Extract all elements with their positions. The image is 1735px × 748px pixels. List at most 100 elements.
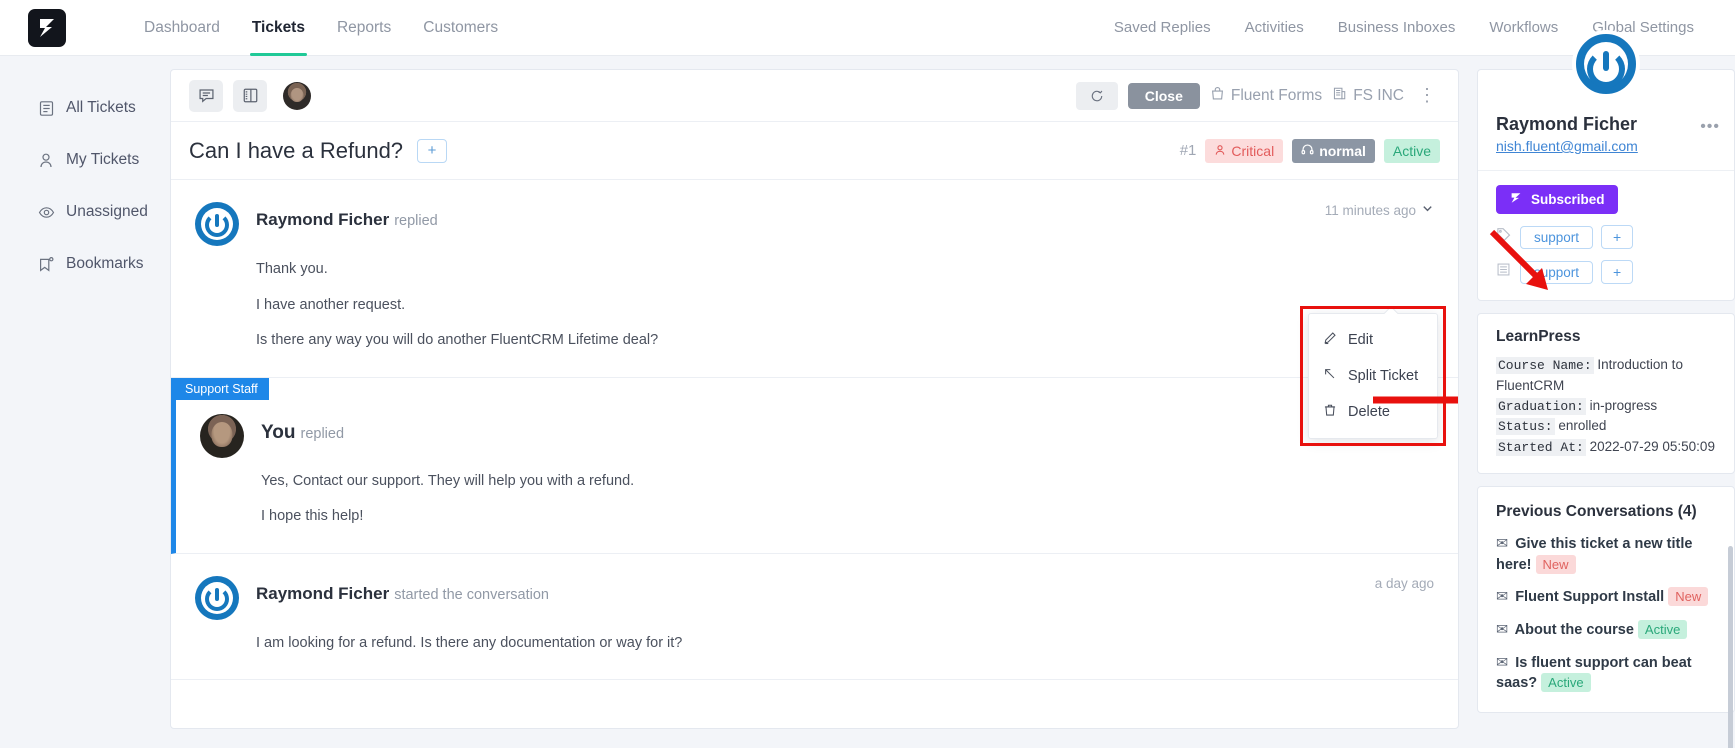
conversation-header: You replied 12 minutes ago [200, 414, 1434, 458]
nav-workflows[interactable]: Workflows [1472, 0, 1575, 56]
tag-row: support + [1496, 260, 1716, 284]
conversation-verb: started the conversation [394, 587, 549, 603]
sidebar-item-my-tickets[interactable]: My Tickets [0, 134, 170, 186]
conversation-author: Raymond Ficher [256, 584, 389, 604]
sidebar-item-all-tickets[interactable]: All Tickets [0, 82, 170, 134]
company-label: FS INC [1353, 87, 1404, 105]
conversation-item: Raymond Ficher replied 11 minutes ago Th… [171, 180, 1458, 378]
conversation-item: Support Staff You replied 12 minutes ago [171, 378, 1458, 554]
customer-avatar-large [1572, 30, 1640, 98]
previous-conversation-title: About the course [1515, 622, 1634, 638]
learnpress-value: 2022-07-29 05:50:09 [1590, 439, 1715, 454]
customer-avatar [195, 576, 239, 620]
bookmark-icon [38, 256, 55, 273]
sidebar-item-unassigned-label: Unassigned [66, 203, 148, 221]
headset-icon [1301, 143, 1314, 159]
more-vertical-icon[interactable]: ⋮ [1414, 90, 1440, 101]
learnpress-title: LearnPress [1496, 328, 1716, 346]
status-badge: Active [1541, 673, 1590, 692]
page-scrollbar[interactable] [1728, 546, 1733, 748]
list-item[interactable]: ✉ Is fluent support can beat saas? Activ… [1496, 653, 1716, 694]
menu-item-edit-label: Edit [1348, 332, 1373, 348]
add-tag-button[interactable]: + [1601, 225, 1633, 249]
customer-meta: Subscribed support + [1478, 171, 1734, 300]
list-item[interactable]: ✉ Fluent Support Install New [1496, 587, 1716, 608]
fluent-support-logo-icon [37, 17, 57, 39]
nav-reports[interactable]: Reports [321, 0, 407, 56]
conversation-line: I hope this help! [261, 507, 1434, 527]
tag-row: support + [1496, 225, 1716, 249]
sidebar-item-unassigned[interactable]: Unassigned [0, 186, 170, 238]
status-badge-priority[interactable]: Critical [1205, 139, 1283, 163]
sidebar-item-my-tickets-label: My Tickets [66, 151, 139, 169]
nav-business-inboxes-label: Business Inboxes [1338, 19, 1456, 36]
nav-business-inboxes[interactable]: Business Inboxes [1321, 0, 1473, 56]
add-title-tag-button[interactable]: + [417, 139, 447, 163]
subscribed-label: Subscribed [1531, 192, 1605, 207]
ticket-badges: #1 Critical [1180, 139, 1440, 163]
sidebar-item-all-tickets-label: All Tickets [66, 99, 136, 117]
conversation-body: Thank you. I have another request. Is th… [195, 260, 1434, 351]
previous-conversations-title: Previous Conversations (4) [1496, 503, 1716, 521]
learnpress-value: in-progress [1590, 398, 1658, 413]
list-pill-support[interactable]: support [1520, 261, 1593, 284]
customer-email[interactable]: nish.fluent@gmail.com [1496, 138, 1716, 154]
close-ticket-button[interactable]: Close [1128, 83, 1200, 109]
page-title: Can I have a Refund? [189, 138, 403, 164]
envelope-icon: ✉ [1496, 622, 1508, 638]
learnpress-key: Course Name: [1496, 357, 1594, 374]
nav-dashboard[interactable]: Dashboard [128, 0, 236, 56]
menu-item-delete[interactable]: Delete [1309, 394, 1437, 430]
ticket-number: #1 [1180, 142, 1197, 159]
nav-saved-replies-label: Saved Replies [1114, 19, 1211, 36]
building-icon [1332, 86, 1347, 106]
product-chip[interactable]: Fluent Forms [1210, 86, 1322, 106]
learnpress-key: Graduation: [1496, 398, 1586, 415]
app-logo[interactable] [28, 9, 66, 47]
notebook-icon[interactable] [233, 80, 267, 112]
eye-icon [38, 204, 55, 221]
envelope-icon: ✉ [1496, 655, 1508, 671]
conversation-timestamp-label: a day ago [1375, 576, 1434, 591]
menu-item-edit[interactable]: Edit [1309, 322, 1437, 358]
subscribed-badge[interactable]: Subscribed [1496, 185, 1618, 214]
previous-conversations-panel: Previous Conversations (4) ✉ Give this t… [1477, 486, 1735, 712]
conversation-actions-menu: Edit Split Ticket [1308, 313, 1438, 439]
agent-avatar[interactable] [283, 82, 311, 110]
tag-pill-support[interactable]: support [1520, 226, 1593, 249]
status-badge-channel[interactable]: normal [1292, 139, 1375, 163]
conversation-timestamp: a day ago [1375, 576, 1434, 591]
refresh-icon[interactable] [1076, 82, 1118, 110]
nav-tickets-label: Tickets [252, 19, 305, 37]
nav-tickets[interactable]: Tickets [236, 0, 321, 56]
nav-customers[interactable]: Customers [407, 0, 514, 56]
conversation-verb: replied [394, 213, 438, 229]
priority-label: Critical [1231, 143, 1274, 159]
person-icon [1214, 143, 1226, 159]
list-item[interactable]: ✉ About the course Active [1496, 620, 1716, 641]
status-badge-state[interactable]: Active [1384, 139, 1440, 163]
nav-activities-label: Activities [1245, 19, 1304, 36]
chat-bubble-icon[interactable] [189, 80, 223, 112]
primary-nav: Dashboard Tickets Reports Customers [128, 0, 514, 56]
conversation-verb: replied [300, 426, 344, 442]
conversation-body: Yes, Contact our support. They will help… [200, 472, 1434, 527]
conversation-list[interactable]: Raymond Ficher replied 11 minutes ago Th… [171, 180, 1458, 728]
more-horizontal-icon[interactable]: ••• [1700, 118, 1720, 136]
nav-activities[interactable]: Activities [1228, 0, 1321, 56]
conversation-timestamp-toggle[interactable]: 11 minutes ago [1325, 202, 1434, 218]
company-chip[interactable]: FS INC [1332, 86, 1404, 106]
add-list-button[interactable]: + [1601, 260, 1633, 284]
sidebar-item-bookmarks[interactable]: Bookmarks [0, 238, 170, 290]
pencil-icon [1323, 331, 1337, 349]
channel-label: normal [1319, 143, 1366, 159]
learnpress-value: enrolled [1558, 418, 1606, 433]
list-document-icon [38, 100, 55, 117]
menu-item-split-ticket[interactable]: Split Ticket [1309, 358, 1437, 394]
previous-conversation-title: Give this ticket a new title here! [1496, 536, 1692, 573]
left-sidebar: All Tickets My Tickets Unassigned [0, 56, 170, 748]
conversation-line: I have another request. [256, 296, 1434, 316]
list-item[interactable]: ✉ Give this ticket a new title here! New [1496, 534, 1716, 575]
nav-customers-label: Customers [423, 19, 498, 37]
nav-saved-replies[interactable]: Saved Replies [1097, 0, 1228, 56]
